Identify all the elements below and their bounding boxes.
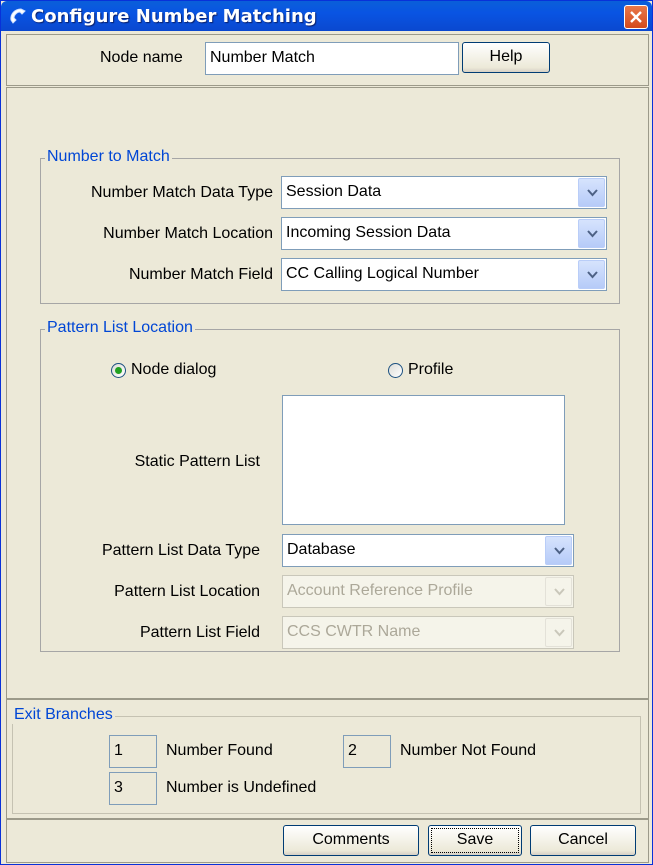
number-match-location-label: Number Match Location [103,225,273,242]
pattern-list-location-legend: Pattern List Location [45,319,195,337]
pattern-list-field-select: CCS CWTR Name [282,616,574,649]
close-button[interactable] [624,5,648,29]
exit-number-2: 2 [343,735,391,768]
button-bar: Comments Save Cancel [6,819,649,863]
pattern-list-field-value: CCS CWTR Name [287,623,421,640]
exit-branches-panel: Exit Branches 1 Number Found 2 Number No… [6,699,649,819]
number-match-location-select[interactable]: Incoming Session Data [281,217,607,250]
exit-label-3: Number is Undefined [166,779,317,796]
exit-branches-group: Exit Branches 1 Number Found 2 Number No… [12,706,641,814]
main-panel: Number to Match Number Match Data Type S… [6,87,649,699]
number-match-field-value: CC Calling Logical Number [286,265,479,282]
chevron-down-icon[interactable] [578,219,605,248]
static-pattern-list-textarea[interactable] [282,395,565,525]
chevron-down-icon[interactable] [545,536,572,565]
radio-selected-dot [115,367,122,374]
cancel-button[interactable]: Cancel [530,825,636,856]
window-title: Configure Number Matching [31,6,317,27]
pattern-list-data-type-label: Pattern List Data Type [101,542,260,559]
exit-number-1: 1 [109,735,157,768]
comments-button[interactable]: Comments [283,825,419,856]
number-to-match-legend: Number to Match [45,148,172,166]
node-dialog-label[interactable]: Node dialog [131,361,216,379]
pattern-list-data-type-value: Database [287,541,356,558]
pattern-list-location-group: Pattern List Location Node dialog Profil… [40,319,620,652]
number-match-data-type-select[interactable]: Session Data [281,176,607,209]
pattern-list-location-value: Account Reference Profile [287,582,473,599]
number-match-field-label: Number Match Field [128,266,273,283]
dialog-window: Configure Number Matching Node name Numb… [0,0,653,865]
number-match-data-type-label: Number Match Data Type [90,184,273,201]
pattern-list-data-type-select[interactable]: Database [282,534,574,567]
node-dialog-radio[interactable] [111,363,126,378]
pattern-list-location-select: Account Reference Profile [282,575,574,608]
save-button[interactable]: Save [428,825,522,856]
pattern-list-field-label: Pattern List Field [139,624,260,641]
chevron-down-icon[interactable] [578,178,605,207]
number-to-match-group: Number to Match Number Match Data Type S… [40,148,620,304]
node-name-label: Node name [100,49,183,66]
number-match-field-select[interactable]: CC Calling Logical Number [281,258,607,291]
number-match-data-type-value: Session Data [286,183,382,200]
pattern-list-location-label: Pattern List Location [114,583,260,600]
profile-radio[interactable] [388,363,403,378]
title-bar[interactable]: Configure Number Matching [1,1,652,31]
chevron-down-icon [545,577,572,606]
exit-label-2: Number Not Found [400,742,537,759]
node-name-bar: Node name Number Match Help [6,34,649,86]
node-name-input[interactable]: Number Match [205,42,459,75]
number-match-location-value: Incoming Session Data [286,224,451,241]
chevron-down-icon[interactable] [578,260,605,289]
exit-number-3: 3 [109,772,157,805]
exit-label-1: Number Found [166,742,273,759]
exit-branches-legend: Exit Branches [12,706,115,724]
help-button[interactable]: Help [462,42,550,73]
phone-handset-icon [7,7,27,25]
close-icon [630,11,642,23]
profile-label[interactable]: Profile [408,361,453,379]
chevron-down-icon [545,618,572,647]
static-pattern-list-label: Static Pattern List [134,453,260,470]
